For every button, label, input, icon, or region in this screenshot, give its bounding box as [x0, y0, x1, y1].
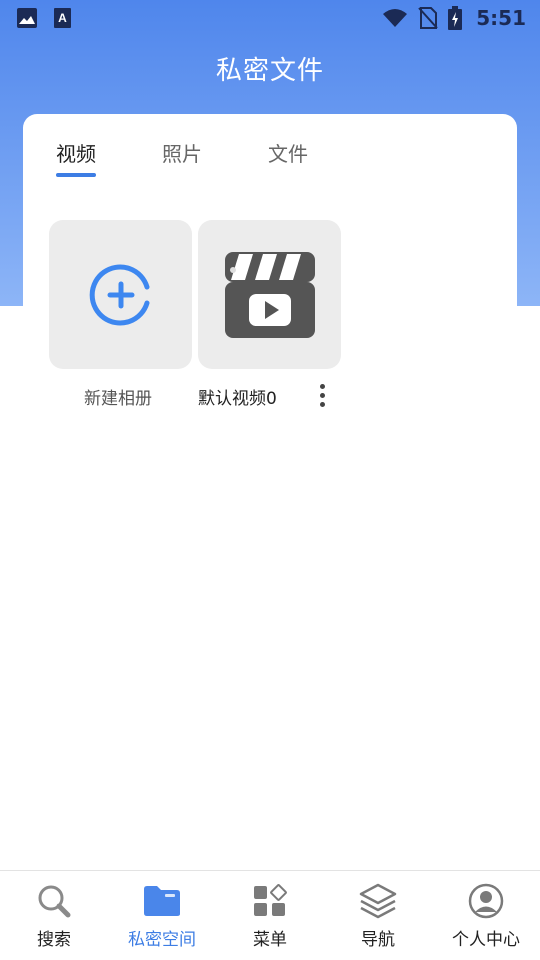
video-clapperboard-icon [224, 251, 315, 338]
nav-item-search[interactable]: 搜索 [0, 871, 108, 960]
nav-item-private-space[interactable]: 私密空间 [108, 871, 216, 960]
no-sim-icon [418, 7, 438, 29]
image-notification-icon [17, 8, 37, 28]
wifi-icon [383, 9, 408, 27]
tab-bar: 视频 照片 文件 [56, 138, 308, 177]
layers-icon [359, 883, 397, 919]
tab-videos[interactable]: 视频 [56, 138, 96, 177]
tab-files[interactable]: 文件 [268, 138, 308, 167]
user-icon [468, 883, 504, 919]
nav-item-profile[interactable]: 个人中心 [432, 871, 540, 960]
more-dot-icon [319, 402, 325, 407]
more-dot-icon [319, 384, 325, 389]
tab-photos[interactable]: 照片 [162, 138, 202, 167]
grid-menu-icon [254, 884, 287, 916]
search-icon [38, 885, 71, 918]
nav-label-profile: 个人中心 [452, 930, 520, 950]
status-time: 5:51 [476, 6, 526, 30]
default-video-album-label: 默认视频0 [198, 389, 277, 409]
nav-item-navigation[interactable]: 导航 [324, 871, 432, 960]
more-dot-icon [319, 393, 325, 398]
page-title: 私密文件 [215, 56, 324, 86]
app-notification-icon: A [54, 8, 71, 28]
status-bar: A 5:51 [0, 0, 540, 36]
new-album-tile[interactable] [49, 220, 192, 369]
nav-label-navigation: 导航 [361, 930, 395, 950]
nav-label-private-space: 私密空间 [128, 930, 196, 950]
nav-item-menu[interactable]: 菜单 [216, 871, 324, 960]
nav-label-search: 搜索 [37, 930, 71, 950]
default-video-album-tile[interactable] [198, 220, 341, 369]
content-card: 视频 照片 文件 新建相册 默认视频0 [23, 114, 517, 409]
album-more-options-button[interactable] [317, 384, 327, 412]
add-circle-icon [89, 264, 149, 325]
svg-text:A: A [58, 11, 67, 25]
battery-charging-icon [448, 6, 463, 30]
new-album-label: 新建相册 [84, 389, 152, 409]
folder-icon [144, 886, 180, 916]
bottom-navigation: 搜索 私密空间 菜单 导航 个人中心 [0, 870, 540, 960]
nav-label-menu: 菜单 [253, 930, 287, 950]
